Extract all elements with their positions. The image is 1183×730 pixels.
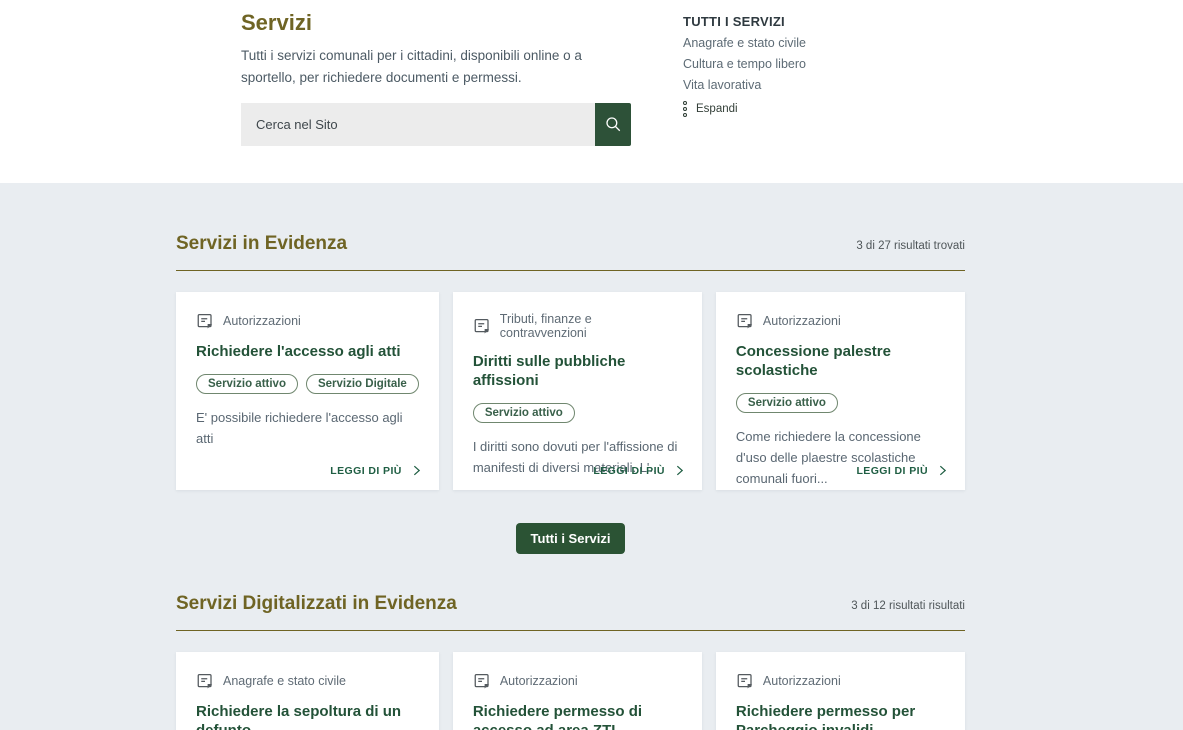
card-description: E' possibile richiedere l'accesso agli a… bbox=[196, 407, 419, 450]
note-icon bbox=[736, 672, 754, 690]
chip-servizio-attivo: Servizio attivo bbox=[736, 393, 838, 413]
read-more-label: LEGGI DI PIÙ bbox=[593, 465, 665, 477]
search-bar bbox=[241, 103, 631, 146]
all-services-nav-title: TUTTI I SERVIZI bbox=[683, 14, 806, 29]
page-description: Tutti i servizi comunali per i cittadini… bbox=[241, 45, 631, 89]
note-icon bbox=[736, 312, 754, 330]
card-title[interactable]: Richiedere la sepoltura di un defunto bbox=[196, 703, 419, 730]
card-category: Autorizzazioni bbox=[763, 674, 841, 688]
section-divider bbox=[176, 270, 965, 271]
all-services-nav: TUTTI I SERVIZI Anagrafe e stato civile … bbox=[683, 8, 806, 183]
service-card-permesso-ztl[interactable]: Autorizzazioni Richiedere permesso di ac… bbox=[453, 652, 702, 730]
card-category: Anagrafe e stato civile bbox=[223, 674, 346, 688]
note-icon bbox=[473, 317, 491, 335]
card-category-row: Anagrafe e stato civile bbox=[196, 672, 419, 690]
section-title-servizi-digitalizzati: Servizi Digitalizzati in Evidenza bbox=[176, 593, 457, 615]
chip-servizio-digitale: Servizio Digitale bbox=[306, 374, 419, 394]
service-card-accesso-atti[interactable]: Autorizzazioni Richiedere l'accesso agli… bbox=[176, 292, 439, 490]
card-chips: Servizio attivo bbox=[736, 393, 945, 413]
chip-servizio-attivo: Servizio attivo bbox=[196, 374, 298, 394]
card-category: Autorizzazioni bbox=[223, 314, 301, 328]
card-category-row: Autorizzazioni bbox=[736, 312, 945, 330]
read-more-link[interactable]: LEGGI DI PIÙ bbox=[593, 464, 686, 477]
card-description: Come richiedere la concessione d'uso del… bbox=[736, 426, 945, 490]
card-category-row: Tributi, finanze e contravvenzioni bbox=[473, 312, 682, 340]
read-more-label: LEGGI DI PIÙ bbox=[330, 465, 402, 477]
card-title[interactable]: Richiedere l'accesso agli atti bbox=[196, 343, 419, 362]
expand-label: Espandi bbox=[696, 103, 738, 115]
card-title[interactable]: Diritti sulle pubbliche affissioni bbox=[473, 353, 682, 391]
note-icon bbox=[196, 672, 214, 690]
nav-link-anagrafe-e-stato-civile[interactable]: Anagrafe e stato civile bbox=[683, 36, 806, 50]
card-category: Autorizzazioni bbox=[763, 314, 841, 328]
card-title[interactable]: Richiedere permesso di accesso ad area Z… bbox=[473, 703, 682, 730]
chevron-right-icon bbox=[673, 464, 686, 477]
results-count-servizi: 3 di 27 risultati trovati bbox=[856, 240, 965, 252]
card-chips: Servizio attivo bbox=[473, 403, 682, 423]
card-chips: Servizio attivo Servizio Digitale bbox=[196, 374, 419, 394]
search-input[interactable] bbox=[241, 103, 595, 146]
card-category: Autorizzazioni bbox=[500, 674, 578, 688]
kebab-menu-icon bbox=[683, 101, 687, 117]
section-title-servizi-in-evidenza: Servizi in Evidenza bbox=[176, 233, 347, 255]
service-card-parcheggio-invalidi[interactable]: Autorizzazioni Richiedere permesso per P… bbox=[716, 652, 965, 730]
results-count-digitalizzati: 3 di 12 risultati risultati bbox=[851, 600, 965, 612]
section-head-servizi-in-evidenza: Servizi in Evidenza 3 di 27 risultati tr… bbox=[176, 233, 965, 255]
card-category-row: Autorizzazioni bbox=[736, 672, 945, 690]
chevron-right-icon bbox=[410, 464, 423, 477]
card-category: Tributi, finanze e contravvenzioni bbox=[500, 312, 682, 340]
expand-button[interactable]: Espandi bbox=[683, 101, 806, 117]
chevron-right-icon bbox=[936, 464, 949, 477]
section-divider bbox=[176, 630, 965, 631]
card-category-row: Autorizzazioni bbox=[473, 672, 682, 690]
search-button[interactable] bbox=[595, 103, 631, 146]
service-card-palestre-scolastiche[interactable]: Autorizzazioni Concessione palestre scol… bbox=[716, 292, 965, 490]
note-icon bbox=[196, 312, 214, 330]
all-services-button[interactable]: Tutti i Servizi bbox=[516, 523, 626, 554]
service-card-pubbliche-affissioni[interactable]: Tributi, finanze e contravvenzioni Dirit… bbox=[453, 292, 702, 490]
read-more-link[interactable]: LEGGI DI PIÙ bbox=[856, 464, 949, 477]
card-title[interactable]: Richiedere permesso per Parcheggio inval… bbox=[736, 703, 945, 730]
note-icon bbox=[473, 672, 491, 690]
cards-row-servizi-in-evidenza: Autorizzazioni Richiedere l'accesso agli… bbox=[176, 292, 965, 490]
section-head-servizi-digitalizzati: Servizi Digitalizzati in Evidenza 3 di 1… bbox=[176, 593, 965, 615]
nav-link-cultura-e-tempo-libero[interactable]: Cultura e tempo libero bbox=[683, 57, 806, 71]
card-title[interactable]: Concessione palestre scolastiche bbox=[736, 343, 945, 381]
page-title: Servizi bbox=[241, 10, 631, 36]
hero-section: Servizi Tutti i servizi comunali per i c… bbox=[0, 0, 1183, 183]
search-icon bbox=[604, 115, 622, 133]
cards-row-servizi-digitalizzati: Anagrafe e stato civile Richiedere la se… bbox=[176, 652, 965, 730]
services-section: Servizi in Evidenza 3 di 27 risultati tr… bbox=[0, 183, 1183, 730]
read-more-label: LEGGI DI PIÙ bbox=[856, 465, 928, 477]
hero-intro: Servizi Tutti i servizi comunali per i c… bbox=[241, 8, 631, 183]
nav-link-vita-lavorativa[interactable]: Vita lavorativa bbox=[683, 78, 806, 92]
read-more-link[interactable]: LEGGI DI PIÙ bbox=[330, 464, 423, 477]
chip-servizio-attivo: Servizio attivo bbox=[473, 403, 575, 423]
service-card-sepoltura-defunto[interactable]: Anagrafe e stato civile Richiedere la se… bbox=[176, 652, 439, 730]
card-category-row: Autorizzazioni bbox=[196, 312, 419, 330]
all-services-button-row: Tutti i Servizi bbox=[176, 523, 965, 554]
